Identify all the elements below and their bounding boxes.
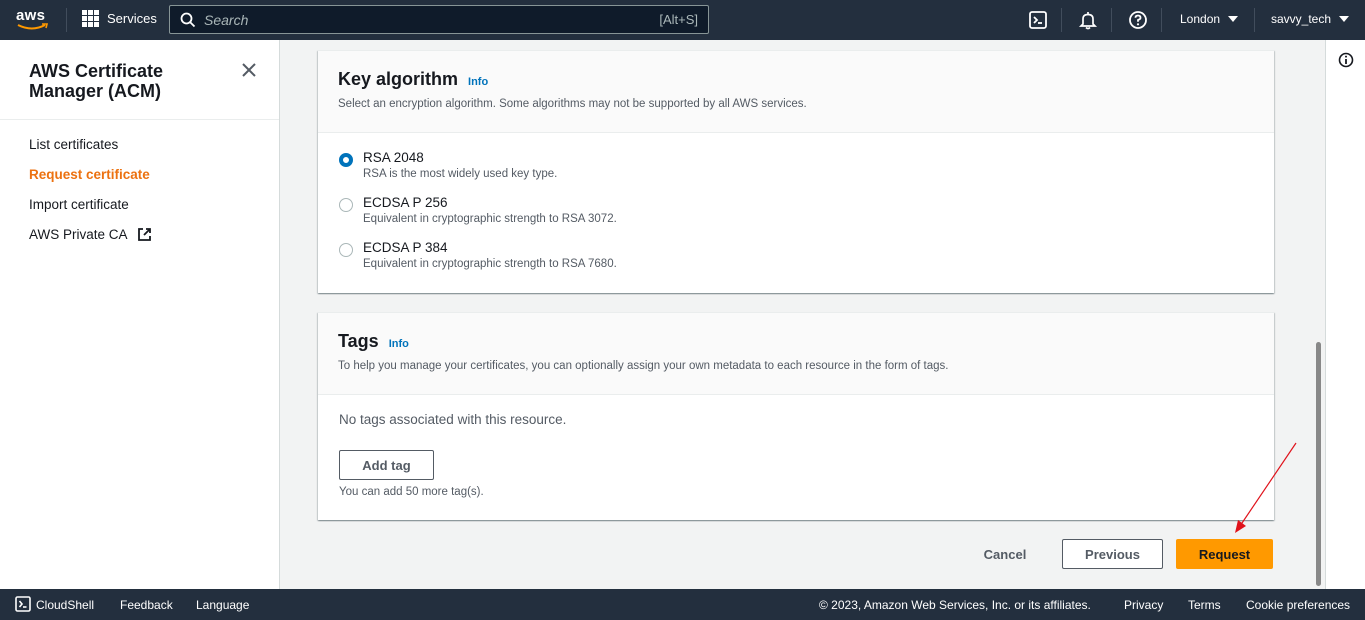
- aws-smile-icon: [17, 23, 49, 30]
- search-bar[interactable]: [Alt+S]: [169, 5, 709, 34]
- footer: CloudShell Feedback Language © 2023, Ama…: [0, 589, 1365, 620]
- search-input[interactable]: [204, 11, 660, 28]
- caret-down-icon: [1339, 16, 1350, 22]
- key-algorithm-info-link[interactable]: Info: [468, 76, 488, 88]
- help-panel-rail: [1325, 40, 1365, 589]
- account-menu[interactable]: savvy_tech: [1271, 12, 1350, 26]
- tags-limit-hint: You can add 50 more tag(s).: [339, 486, 484, 498]
- notifications-bell-icon[interactable]: [1078, 10, 1098, 30]
- topbar-divider: [1254, 8, 1255, 32]
- tags-header: Tags Info To help you manage your certif…: [318, 313, 1274, 395]
- radio-button-checked[interactable]: [339, 153, 353, 167]
- side-navigation: AWS Certificate Manager (ACM) List certi…: [0, 40, 280, 589]
- tags-empty-text: No tags associated with this resource.: [339, 412, 567, 427]
- region-label: London: [1180, 12, 1221, 26]
- footer-cloudshell-link[interactable]: CloudShell: [36, 598, 94, 612]
- search-shortcut-hint: [Alt+S]: [659, 12, 698, 27]
- sidenav-item-label: List certificates: [29, 137, 119, 152]
- radio-option-description: RSA is the most widely used key type.: [363, 168, 558, 180]
- external-link-icon: [137, 228, 151, 241]
- services-grid-icon: [82, 10, 99, 27]
- sidenav-list: List certificates Request certificate Im…: [29, 137, 152, 257]
- radio-option-ecdsa-p384[interactable]: ECDSA P 384 Equivalent in cryptographic …: [339, 240, 617, 270]
- radio-option-title: ECDSA P 384: [363, 240, 448, 255]
- scrollbar-thumb[interactable]: [1316, 342, 1321, 586]
- footer-language-link[interactable]: Language: [196, 598, 249, 612]
- search-icon: [180, 12, 196, 27]
- key-algorithm-title: Key algorithm: [338, 69, 459, 89]
- sidenav-item-label: Import certificate: [29, 197, 129, 212]
- cloudshell-icon[interactable]: [15, 596, 31, 612]
- sidenav-item-aws-private-ca[interactable]: AWS Private CA: [29, 227, 152, 257]
- topbar-divider: [66, 8, 67, 32]
- footer-terms-link[interactable]: Terms: [1188, 598, 1221, 612]
- footer-cookie-preferences-link[interactable]: Cookie preferences: [1246, 598, 1350, 612]
- topbar-divider: [1111, 8, 1112, 32]
- cloudshell-icon[interactable]: [1028, 10, 1048, 30]
- tags-container: Tags Info To help you manage your certif…: [318, 312, 1274, 520]
- topbar-divider: [1161, 8, 1162, 32]
- account-username: savvy_tech: [1271, 12, 1332, 26]
- radio-option-rsa-2048[interactable]: RSA 2048 RSA is the most widely used key…: [339, 150, 557, 180]
- cancel-button[interactable]: Cancel: [970, 539, 1040, 569]
- key-algorithm-description: Select an encryption algorithm. Some alg…: [338, 98, 807, 110]
- radio-option-description: Equivalent in cryptographic strength to …: [363, 213, 617, 225]
- scrollbar[interactable]: [1312, 40, 1324, 589]
- footer-copyright: © 2023, Amazon Web Services, Inc. or its…: [819, 598, 1091, 612]
- services-label: Services: [107, 11, 157, 26]
- footer-feedback-link[interactable]: Feedback: [120, 598, 173, 612]
- tags-info-link[interactable]: Info: [389, 338, 409, 350]
- sidenav-item-list-certificates[interactable]: List certificates: [29, 137, 152, 167]
- add-tag-button[interactable]: Add tag: [339, 450, 434, 480]
- footer-privacy-link[interactable]: Privacy: [1124, 598, 1163, 612]
- sidenav-item-import-certificate[interactable]: Import certificate: [29, 197, 152, 227]
- close-icon[interactable]: [240, 61, 258, 79]
- sidenav-item-label: Request certificate: [29, 167, 150, 182]
- sidenav-title[interactable]: AWS Certificate Manager (ACM): [29, 61, 229, 101]
- tags-description: To help you manage your certificates, yo…: [338, 360, 949, 372]
- caret-down-icon: [1228, 16, 1239, 22]
- services-menu-button[interactable]: Services: [82, 10, 157, 27]
- region-selector[interactable]: London: [1180, 12, 1239, 26]
- radio-button[interactable]: [339, 198, 353, 212]
- sidenav-item-request-certificate[interactable]: Request certificate: [29, 167, 152, 197]
- radio-option-ecdsa-p256[interactable]: ECDSA P 256 Equivalent in cryptographic …: [339, 195, 617, 225]
- request-button[interactable]: Request: [1176, 539, 1273, 569]
- help-icon[interactable]: [1128, 10, 1148, 30]
- sidenav-item-label: AWS Private CA: [29, 227, 128, 242]
- top-navigation-bar: aws Services [Alt+S] London: [0, 0, 1365, 40]
- tags-title: Tags: [338, 331, 379, 351]
- topbar-divider: [1061, 8, 1062, 32]
- aws-logo-text: aws: [16, 7, 46, 24]
- key-algorithm-header: Key algorithm Info Select an encryption …: [318, 51, 1274, 133]
- radio-option-title: RSA 2048: [363, 150, 424, 165]
- radio-option-description: Equivalent in cryptographic strength to …: [363, 258, 617, 270]
- annotation-arrow-icon: [1235, 442, 1297, 533]
- radio-button[interactable]: [339, 243, 353, 257]
- previous-button[interactable]: Previous: [1062, 539, 1163, 569]
- info-icon[interactable]: [1338, 52, 1354, 68]
- radio-option-title: ECDSA P 256: [363, 195, 448, 210]
- aws-logo[interactable]: aws: [16, 8, 50, 32]
- sidenav-divider: [0, 119, 279, 120]
- key-algorithm-container: Key algorithm Info Select an encryption …: [318, 50, 1274, 293]
